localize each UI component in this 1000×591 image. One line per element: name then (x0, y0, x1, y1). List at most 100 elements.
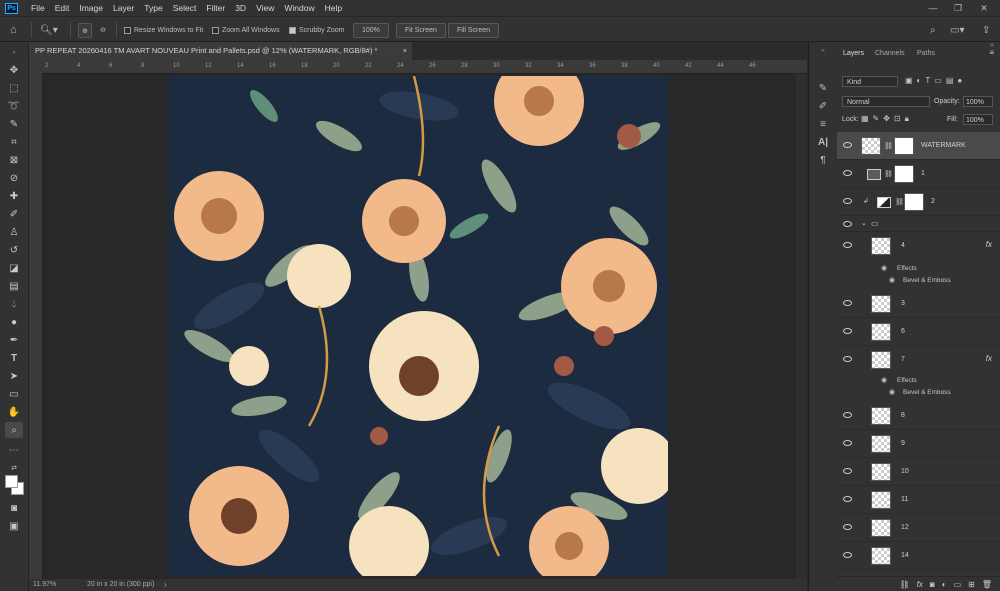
marquee-tool-icon[interactable]: ⬚ (5, 80, 23, 96)
layer-row[interactable]: 6 (837, 318, 1000, 346)
link-icon[interactable]: ⛓ (895, 198, 904, 206)
menu-window[interactable]: Window (279, 3, 319, 13)
lasso-tool-icon[interactable]: ➰ (5, 98, 23, 114)
fx-icon[interactable]: fx (986, 240, 992, 249)
history-brush-tool-icon[interactable]: ↺ (5, 242, 23, 258)
workspace-icon[interactable]: ▭▾ (950, 23, 964, 37)
move-tool-icon[interactable]: ✥ (5, 62, 23, 78)
zoom-100-button[interactable]: 100% (353, 23, 389, 38)
fill-screen-button[interactable]: Fill Screen (448, 23, 500, 38)
filter-kind-select[interactable]: Kind (842, 76, 898, 87)
swap-colors-icon[interactable]: ⇄ (5, 460, 23, 476)
menu-select[interactable]: Select (168, 3, 202, 13)
visibility-eye-icon[interactable] (843, 242, 852, 248)
menu-edit[interactable]: Edit (50, 3, 75, 13)
add-mask-icon[interactable]: ◙ (930, 580, 935, 589)
visibility-eye-icon[interactable] (843, 198, 852, 204)
share-icon[interactable]: ⇪ (982, 23, 990, 37)
frame-tool-icon[interactable]: ⊠ (5, 152, 23, 168)
dodge-tool-icon[interactable]: ● (5, 314, 23, 330)
opacity-input[interactable]: 100% (963, 96, 993, 107)
brush-tool-icon[interactable]: ✐ (5, 206, 23, 222)
visibility-eye-icon[interactable] (843, 170, 852, 176)
visibility-eye-icon[interactable] (843, 468, 852, 474)
artwork-canvas[interactable] (169, 76, 668, 576)
visibility-eye-icon[interactable] (843, 552, 852, 558)
visibility-eye-icon[interactable] (843, 440, 852, 446)
visibility-eye-icon[interactable] (843, 328, 852, 334)
zoom-tool-icon[interactable]: ⌕ (5, 422, 23, 438)
visibility-eye-icon[interactable] (843, 300, 852, 306)
layer-row[interactable]: 12 (837, 514, 1000, 542)
effects-row[interactable]: ◉ Effects (837, 375, 1000, 387)
blur-tool-icon[interactable]: 💧︎ (5, 296, 23, 312)
menu-view[interactable]: View (251, 3, 279, 13)
clone-stamp-tool-icon[interactable]: ♙ (5, 224, 23, 240)
menu-filter[interactable]: Filter (201, 3, 230, 13)
zoom-in-icon[interactable]: ⊕ (78, 23, 92, 38)
visibility-eye-icon[interactable] (843, 142, 852, 148)
panel-menu-icon[interactable]: ≡ (989, 48, 994, 57)
menu-layer[interactable]: Layer (108, 3, 139, 13)
fx-icon[interactable]: fx (986, 354, 992, 363)
home-icon[interactable]: ⌂ (10, 23, 17, 37)
collapse-icon[interactable]: « (816, 44, 830, 58)
effect-item-row[interactable]: ◉ Bevel & Emboss (837, 387, 1000, 399)
menu-help[interactable]: Help (320, 3, 347, 13)
new-layer-icon[interactable]: ⊞ (968, 580, 975, 589)
restore-icon[interactable]: ❐ (947, 0, 969, 16)
fill-input[interactable]: 100% (963, 114, 993, 125)
layer-row[interactable]: 14 (837, 542, 1000, 570)
layer-row-watermark[interactable]: ⛓ WATERMARK (837, 132, 1000, 160)
layer-group-row[interactable]: ⌄ ▭ (837, 216, 1000, 232)
layer-row[interactable]: 8 (837, 402, 1000, 430)
quick-select-tool-icon[interactable]: ✎ (5, 116, 23, 132)
layer-row[interactable]: 3 (837, 290, 1000, 318)
visibility-eye-icon[interactable] (843, 496, 852, 502)
screen-mode-icon[interactable]: ▣ (5, 518, 23, 534)
pen-tool-icon[interactable]: ✒ (5, 332, 23, 348)
mask-thumbnail[interactable] (904, 193, 924, 211)
chevron-right-icon[interactable]: › (164, 580, 167, 589)
clone-source-icon[interactable]: ≡ (816, 118, 830, 132)
hand-tool-icon[interactable]: ✋ (5, 404, 23, 420)
foreground-color-swatch[interactable] (5, 475, 18, 488)
crop-tool-icon[interactable]: ⌗ (5, 134, 23, 150)
eye-icon[interactable]: ◉ (889, 388, 895, 396)
zoom-percentage[interactable]: 11.97% (33, 581, 56, 588)
path-selection-tool-icon[interactable]: ➤ (5, 368, 23, 384)
resize-windows-checkbox[interactable]: Resize Windows to Fit (124, 23, 203, 37)
layer-row[interactable]: 11 (837, 486, 1000, 514)
visibility-eye-icon[interactable] (843, 221, 852, 227)
zoom-all-windows-checkbox[interactable]: Zoom All Windows (212, 23, 280, 37)
close-tab-icon[interactable]: × (403, 42, 407, 60)
document-tab[interactable]: PP REPEAT 20260416 TM AVART NOUVEAU Prin… (29, 42, 412, 60)
visibility-eye-icon[interactable] (843, 356, 852, 362)
minimize-icon[interactable]: — (922, 0, 944, 16)
quick-mask-icon[interactable]: ◙ (5, 500, 23, 516)
eye-icon[interactable]: ◉ (889, 276, 895, 284)
tab-paths[interactable]: Paths (917, 50, 935, 57)
zoom-out-icon[interactable]: ⊖ (100, 23, 106, 37)
collapse-icon[interactable]: » (5, 45, 23, 61)
add-style-icon[interactable]: fx (917, 580, 923, 589)
layer-row[interactable]: ↲ ⛓ 2 (837, 188, 1000, 216)
gradient-tool-icon[interactable]: ▤ (5, 278, 23, 294)
effects-row[interactable]: ◉ Effects (837, 263, 1000, 275)
healing-brush-tool-icon[interactable]: ✚ (5, 188, 23, 204)
more-tools-icon[interactable]: ⋯ (5, 442, 23, 458)
visibility-eye-icon[interactable] (843, 524, 852, 530)
mask-thumbnail[interactable] (894, 137, 914, 155)
link-icon[interactable]: ⛓ (884, 170, 893, 178)
menu-file[interactable]: File (26, 3, 50, 13)
tab-layers[interactable]: Layers (843, 50, 864, 57)
close-icon[interactable]: ✕ (973, 0, 995, 16)
layer-row[interactable]: 9 (837, 430, 1000, 458)
menu-type[interactable]: Type (139, 3, 167, 13)
delete-icon[interactable]: 🗑︎ (982, 580, 992, 589)
tab-channels[interactable]: Channels (875, 50, 905, 57)
lock-icons[interactable]: ▦✎✥⊡🔒︎ (861, 114, 931, 125)
eye-icon[interactable]: ◉ (881, 264, 887, 272)
link-icon[interactable]: ⛓ (884, 142, 893, 150)
vertical-scrollbar[interactable] (796, 74, 807, 579)
